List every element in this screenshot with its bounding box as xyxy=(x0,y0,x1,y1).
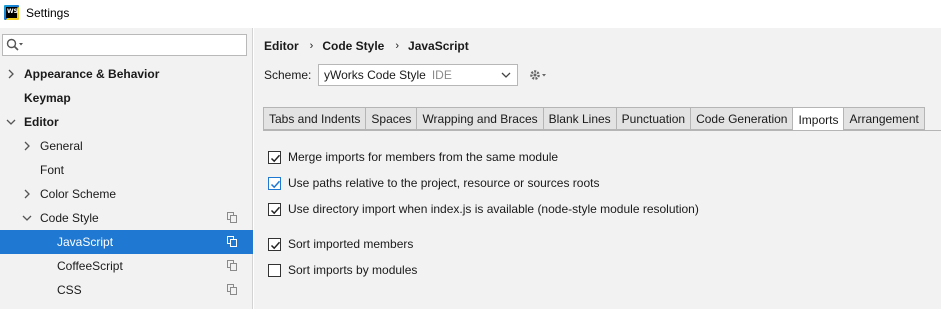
chevron-right-icon[interactable] xyxy=(22,189,32,199)
chevron-right-icon[interactable] xyxy=(22,141,32,151)
project-copy-icon xyxy=(227,260,237,271)
breadcrumb-separator: › xyxy=(309,40,314,52)
sort-members-checkbox[interactable] xyxy=(268,237,281,251)
tab-blank-lines[interactable]: Blank Lines xyxy=(543,107,617,130)
scheme-value: yWorks Code Style IDE xyxy=(324,68,452,82)
project-copy-icon xyxy=(227,212,237,223)
option-merge-imports[interactable]: Merge imports for members from the same … xyxy=(268,149,558,165)
sidebar-item-label: Font xyxy=(40,163,65,177)
title-bar: WS Settings xyxy=(0,0,941,27)
scheme-scope: IDE xyxy=(431,68,452,82)
search-icon[interactable] xyxy=(6,38,26,52)
tab-tabs-and-indents[interactable]: Tabs and Indents xyxy=(263,107,367,130)
sidebar-item-label: CSS xyxy=(57,283,82,297)
sidebar-item-editor[interactable]: Editor xyxy=(0,110,253,134)
tab-code-generation[interactable]: Code Generation xyxy=(691,107,794,130)
sidebar-item-label: Color Scheme xyxy=(40,187,117,201)
sidebar-item-general[interactable]: General xyxy=(0,134,253,158)
breadcrumb-item-code-style: Code Style xyxy=(322,39,385,53)
settings-main-panel: Editor › Code Style › JavaScript Scheme:… xyxy=(254,28,941,309)
chevron-right-icon[interactable] xyxy=(6,69,16,79)
option-label: Merge imports for members from the same … xyxy=(288,150,559,164)
option-sort-by-modules[interactable]: Sort imports by modules xyxy=(268,262,417,278)
tab-arrangement[interactable]: Arrangement xyxy=(844,107,925,130)
breadcrumb-item-editor: Editor xyxy=(264,39,299,53)
option-use-relative-paths[interactable]: Use paths relative to the project, resou… xyxy=(268,175,599,191)
webstorm-app-icon: WS xyxy=(4,5,19,20)
tab-punctuation[interactable]: Punctuation xyxy=(616,107,692,130)
settings-sidebar: Appearance & Behavior Keymap Editor Gene… xyxy=(0,28,253,309)
breadcrumb-item-javascript: JavaScript xyxy=(408,39,469,53)
tab-wrapping-and-braces[interactable]: Wrapping and Braces xyxy=(417,107,544,130)
sidebar-item-label: Editor xyxy=(24,115,59,129)
sidebar-item-color-scheme[interactable]: Color Scheme xyxy=(0,182,253,206)
sidebar-item-appearance-behavior[interactable]: Appearance & Behavior xyxy=(0,62,253,86)
search-input[interactable] xyxy=(2,34,247,56)
sidebar-item-label: CoffeeScript xyxy=(57,259,123,273)
project-copy-icon xyxy=(227,236,237,247)
relative-paths-checkbox[interactable] xyxy=(268,176,281,190)
chevron-down-icon[interactable] xyxy=(6,117,16,127)
code-style-tabs: Tabs and Indents Spaces Wrapping and Bra… xyxy=(263,107,925,131)
option-sort-imported-members[interactable]: Sort imported members xyxy=(268,236,413,252)
window-title: Settings xyxy=(26,6,70,20)
sidebar-item-label: General xyxy=(40,139,83,153)
sidebar-item-label: Appearance & Behavior xyxy=(24,67,160,81)
sidebar-item-css[interactable]: CSS xyxy=(0,278,253,302)
sidebar-item-coffeescript[interactable]: CoffeeScript xyxy=(0,254,253,278)
gear-icon[interactable] xyxy=(528,68,548,82)
tab-divider xyxy=(263,130,941,131)
scheme-label: Scheme: xyxy=(264,68,312,82)
tab-spaces[interactable]: Spaces xyxy=(366,107,418,130)
sidebar-item-label: Code Style xyxy=(40,211,99,225)
breadcrumb: Editor › Code Style › JavaScript xyxy=(264,39,469,53)
sidebar-item-code-style[interactable]: Code Style xyxy=(0,206,253,230)
option-label: Use paths relative to the project, resou… xyxy=(288,176,600,190)
breadcrumb-separator: › xyxy=(395,40,400,52)
option-label: Sort imported members xyxy=(288,237,414,251)
project-copy-icon xyxy=(227,284,237,295)
sidebar-item-javascript[interactable]: JavaScript xyxy=(0,230,253,254)
chevron-down-icon[interactable] xyxy=(501,72,511,79)
option-label: Use directory import when index.js is av… xyxy=(288,202,699,216)
option-label: Sort imports by modules xyxy=(288,263,418,277)
sidebar-item-keymap[interactable]: Keymap xyxy=(0,86,253,110)
chevron-down-icon[interactable] xyxy=(22,213,32,223)
sidebar-item-label: Keymap xyxy=(24,91,71,105)
directory-import-checkbox[interactable] xyxy=(268,202,281,216)
sort-modules-checkbox[interactable] xyxy=(268,263,281,277)
sidebar-item-font[interactable]: Font xyxy=(0,158,253,182)
option-directory-import[interactable]: Use directory import when index.js is av… xyxy=(268,201,699,217)
tab-imports[interactable]: Imports xyxy=(793,107,845,131)
scheme-dropdown[interactable]: yWorks Code Style IDE xyxy=(318,64,518,86)
sidebar-item-label: JavaScript xyxy=(57,235,114,249)
merge-imports-checkbox[interactable] xyxy=(268,150,281,164)
